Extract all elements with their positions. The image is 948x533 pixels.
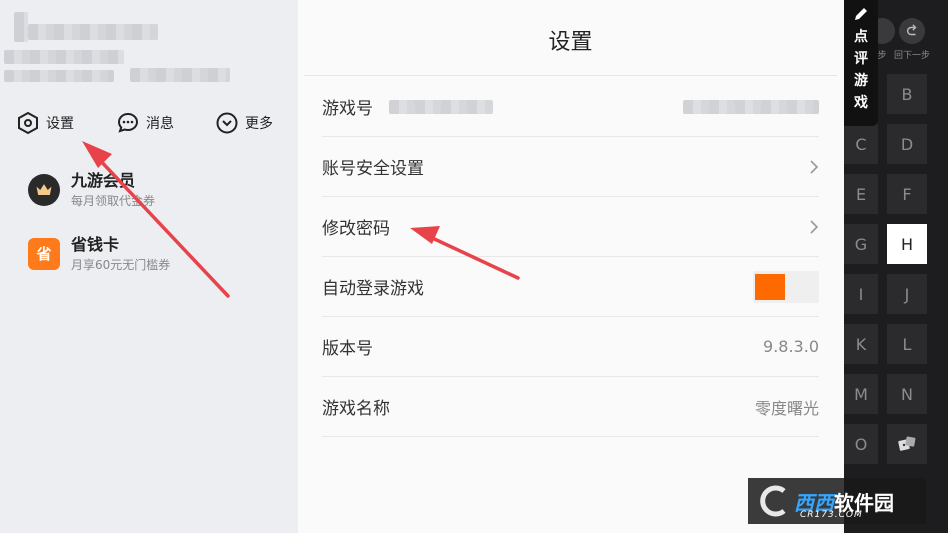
pencil-icon	[855, 8, 867, 20]
settings-shortcut-label: 设置	[46, 116, 74, 132]
change-password-label: 修改密码	[322, 219, 390, 239]
redo-tool[interactable]: 回下一步	[890, 18, 934, 61]
settings-panel: 设置 游戏号 账号安全设置 修改密码 自动登录游戏 版本号 9.8.3.0 游戏…	[298, 0, 844, 533]
dice-icon	[898, 436, 916, 451]
key-o[interactable]: O	[844, 424, 878, 464]
settings-row-auto-login: 自动登录游戏	[322, 257, 819, 317]
version-value: 9.8.3.0	[763, 337, 819, 356]
chevron-down-circle-icon	[216, 112, 238, 134]
key-n[interactable]: N	[887, 374, 927, 414]
dice-key[interactable]	[887, 424, 927, 464]
chevron-right-icon	[810, 159, 819, 174]
key-f[interactable]: F	[887, 174, 927, 214]
user-info-blurred	[4, 50, 124, 64]
key-j[interactable]: J	[887, 274, 927, 314]
game-name-value: 零度曙光	[754, 398, 819, 418]
avatar[interactable]	[14, 12, 28, 42]
key-i[interactable]: I	[844, 274, 878, 314]
game-id-blurred	[389, 99, 493, 114]
key-c[interactable]: C	[844, 124, 878, 164]
account-security-label: 账号安全设置	[322, 159, 424, 179]
more-shortcut[interactable]: 更多	[215, 110, 273, 136]
more-shortcut-label: 更多	[245, 116, 273, 132]
auto-login-label: 自动登录游戏	[322, 279, 424, 299]
menu-item-savings-card-title: 省钱卡	[71, 235, 120, 254]
side-drawer: 设置 消息 更多 九游会员 每月领取代金券 省 省钱卡 月享60元无门槛券	[0, 0, 298, 533]
key-l[interactable]: L	[887, 324, 927, 364]
settings-row-game-name: 游戏名称 零度曙光	[322, 377, 819, 437]
key-e[interactable]: E	[844, 174, 878, 214]
username-blurred	[28, 24, 158, 40]
settings-row-game-id: 游戏号	[322, 77, 819, 137]
key-b[interactable]: B	[887, 74, 927, 114]
settings-row-change-password[interactable]: 修改密码	[322, 197, 819, 257]
review-game-label: 点评游戏	[854, 29, 868, 111]
account-blurred	[683, 99, 819, 114]
user-meta-blurred	[4, 70, 114, 82]
crown-icon	[28, 173, 60, 206]
watermark-url: CR173.COM	[800, 510, 863, 520]
version-label: 版本号	[322, 339, 373, 359]
menu-item-vip[interactable]: 九游会员 每月领取代金券	[28, 170, 155, 209]
messages-shortcut[interactable]: 消息	[116, 110, 174, 136]
auto-login-toggle[interactable]	[753, 270, 819, 303]
key-d[interactable]: D	[887, 124, 927, 164]
user-id-blurred	[130, 68, 230, 82]
key-h[interactable]: H	[887, 224, 927, 264]
redo-icon	[899, 18, 925, 44]
savings-card-icon: 省	[28, 237, 60, 270]
chat-bubble-icon	[117, 112, 139, 133]
key-m[interactable]: M	[844, 374, 878, 414]
menu-item-vip-title: 九游会员	[71, 171, 136, 190]
page-title: 设置	[304, 0, 837, 76]
site-logo-icon	[760, 485, 786, 517]
key-g[interactable]: G	[844, 224, 878, 264]
review-game-button[interactable]: 点评游戏	[844, 0, 878, 126]
settings-shortcut[interactable]: 设置	[16, 110, 74, 136]
messages-shortcut-label: 消息	[146, 116, 174, 132]
settings-row-account-security[interactable]: 账号安全设置	[322, 137, 819, 197]
settings-hexagon-icon	[18, 111, 38, 135]
menu-item-savings-card-subtitle: 月享60元无门槛券	[71, 258, 171, 272]
chevron-right-icon	[810, 219, 819, 234]
menu-item-savings-card[interactable]: 省 省钱卡 月享60元无门槛券	[28, 234, 170, 273]
menu-item-vip-subtitle: 每月领取代金券	[71, 194, 156, 208]
key-k[interactable]: K	[844, 324, 878, 364]
watermark: 西西 软件园 CR173.COM	[748, 478, 926, 524]
game-id-label: 游戏号	[322, 99, 373, 119]
settings-row-version: 版本号 9.8.3.0	[322, 317, 819, 377]
toggle-knob	[755, 273, 785, 300]
game-name-label: 游戏名称	[322, 399, 390, 419]
